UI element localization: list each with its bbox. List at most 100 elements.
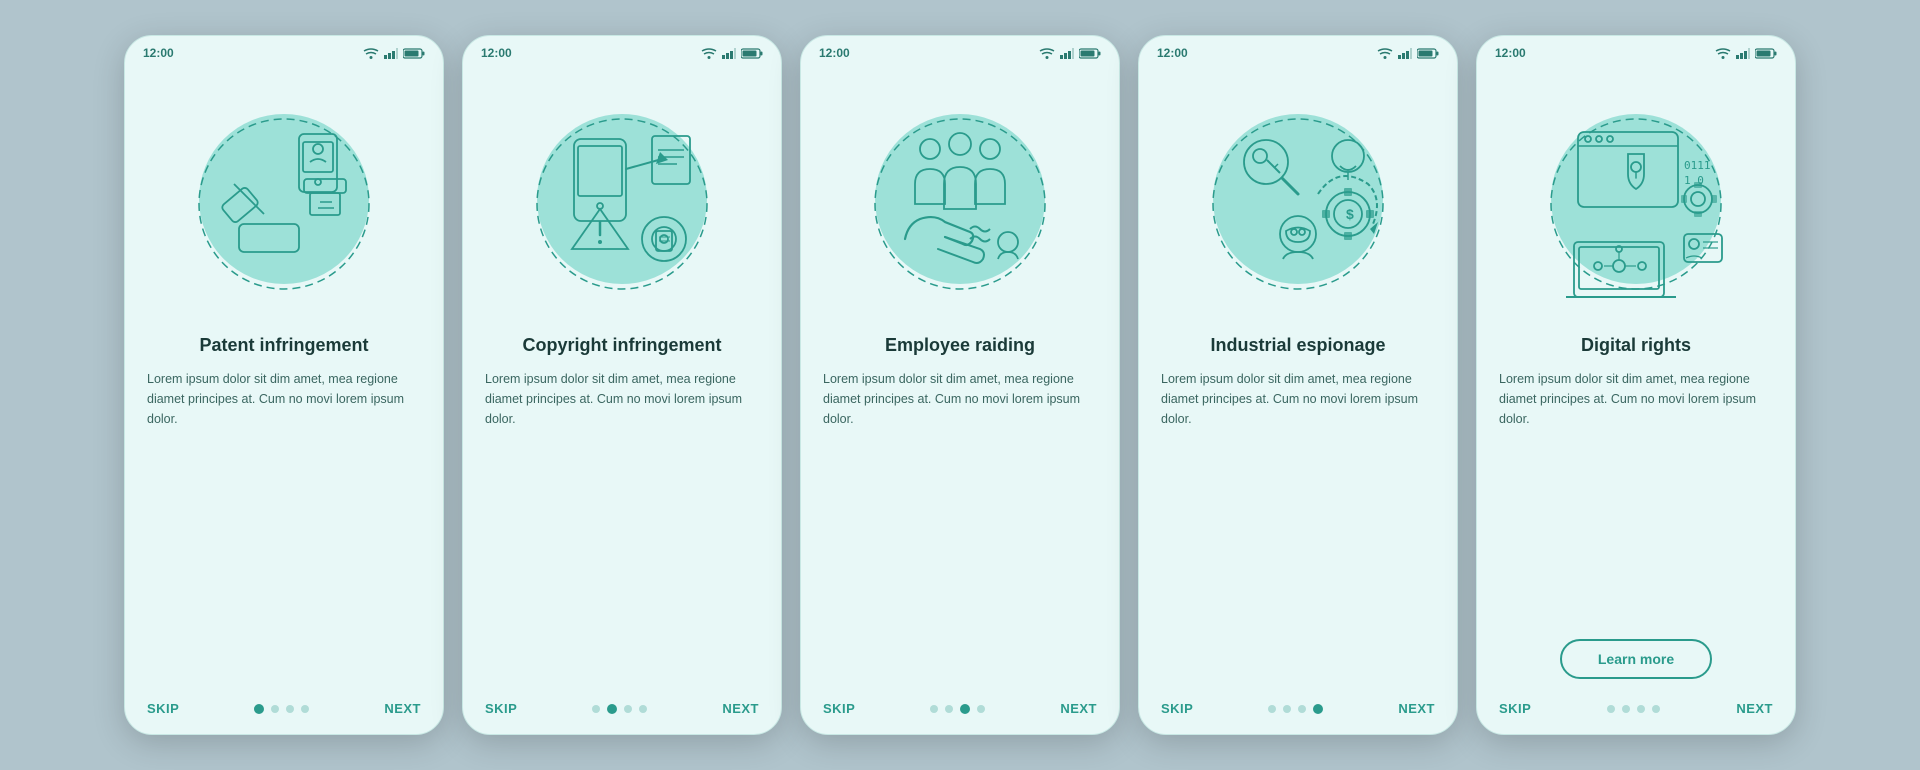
- status-icons-2: [701, 48, 763, 59]
- status-icons-4: [1377, 48, 1439, 59]
- battery-icon-2: [741, 48, 763, 59]
- dots-5: [1607, 705, 1660, 713]
- dot-2-3: [639, 705, 647, 713]
- screens-container: 12:00: [124, 35, 1796, 735]
- illustration-copyright: [463, 64, 781, 334]
- skip-btn-5[interactable]: SKIP: [1499, 701, 1531, 716]
- signal-icon-5: [1736, 48, 1750, 59]
- body-industrial: Lorem ipsum dolor sit dim amet, mea regi…: [1161, 369, 1435, 687]
- dot-1-3: [301, 705, 309, 713]
- signal-icon: [384, 48, 398, 59]
- illustration-digital: 0111 1 0: [1477, 64, 1795, 334]
- bottom-nav-3: SKIP NEXT: [801, 687, 1119, 734]
- bottom-nav-4: SKIP NEXT: [1139, 687, 1457, 734]
- content-copyright: Copyright infringement Lorem ipsum dolor…: [463, 334, 781, 687]
- dot-1-2: [286, 705, 294, 713]
- time-3: 12:00: [819, 46, 850, 60]
- next-btn-5[interactable]: NEXT: [1736, 701, 1773, 716]
- status-bar-3: 12:00: [801, 36, 1119, 64]
- employee-svg: [860, 94, 1060, 304]
- status-bar-2: 12:00: [463, 36, 781, 64]
- dot-5-2: [1637, 705, 1645, 713]
- illustration-industrial: $: [1139, 64, 1457, 334]
- svg-text:$: $: [1346, 206, 1354, 222]
- skip-btn-1[interactable]: SKIP: [147, 701, 179, 716]
- signal-icon-4: [1398, 48, 1412, 59]
- content-patent: Patent infringement Lorem ipsum dolor si…: [125, 334, 443, 687]
- dot-4-1: [1283, 705, 1291, 713]
- dot-2-0: [592, 705, 600, 713]
- svg-text:0111: 0111: [1684, 159, 1711, 172]
- body-copyright: Lorem ipsum dolor sit dim amet, mea regi…: [485, 369, 759, 687]
- digital-svg: 0111 1 0: [1536, 94, 1736, 304]
- skip-btn-4[interactable]: SKIP: [1161, 701, 1193, 716]
- battery-icon-4: [1417, 48, 1439, 59]
- time-1: 12:00: [143, 46, 174, 60]
- next-btn-3[interactable]: NEXT: [1060, 701, 1097, 716]
- wifi-icon-2: [701, 48, 717, 59]
- content-digital: Digital rights Lorem ipsum dolor sit dim…: [1477, 334, 1795, 687]
- dot-1-1: [271, 705, 279, 713]
- dot-3-2: [960, 704, 970, 714]
- battery-icon-3: [1079, 48, 1101, 59]
- dot-2-1: [607, 704, 617, 714]
- content-employee: Employee raiding Lorem ipsum dolor sit d…: [801, 334, 1119, 687]
- status-bar-5: 12:00: [1477, 36, 1795, 64]
- illustration-patent: [125, 64, 443, 334]
- time-5: 12:00: [1495, 46, 1526, 60]
- next-btn-4[interactable]: NEXT: [1398, 701, 1435, 716]
- screen-employee: 12:00: [800, 35, 1120, 735]
- wifi-icon-3: [1039, 48, 1055, 59]
- status-bar-4: 12:00: [1139, 36, 1457, 64]
- copyright-svg: [522, 94, 722, 304]
- body-patent: Lorem ipsum dolor sit dim amet, mea regi…: [147, 369, 421, 687]
- title-industrial: Industrial espionage: [1161, 334, 1435, 357]
- dots-1: [254, 704, 309, 714]
- dot-5-0: [1607, 705, 1615, 713]
- bottom-nav-2: SKIP NEXT: [463, 687, 781, 734]
- screen-industrial: 12:00: [1138, 35, 1458, 735]
- title-employee: Employee raiding: [823, 334, 1097, 357]
- battery-icon-5: [1755, 48, 1777, 59]
- battery-icon: [403, 48, 425, 59]
- time-4: 12:00: [1157, 46, 1188, 60]
- body-employee: Lorem ipsum dolor sit dim amet, mea regi…: [823, 369, 1097, 687]
- dot-2-2: [624, 705, 632, 713]
- screen-patent: 12:00: [124, 35, 444, 735]
- dot-1-0: [254, 704, 264, 714]
- dot-3-0: [930, 705, 938, 713]
- title-digital: Digital rights: [1499, 334, 1773, 357]
- next-btn-2[interactable]: NEXT: [722, 701, 759, 716]
- wifi-icon: [363, 48, 379, 59]
- title-copyright: Copyright infringement: [485, 334, 759, 357]
- screen-copyright: 12:00: [462, 35, 782, 735]
- signal-icon-3: [1060, 48, 1074, 59]
- wifi-icon-4: [1377, 48, 1393, 59]
- next-btn-1[interactable]: NEXT: [384, 701, 421, 716]
- status-bar-1: 12:00: [125, 36, 443, 64]
- dots-4: [1268, 704, 1323, 714]
- dot-5-3: [1652, 705, 1660, 713]
- wifi-icon-5: [1715, 48, 1731, 59]
- screen-digital: 12:00: [1476, 35, 1796, 735]
- status-icons-5: [1715, 48, 1777, 59]
- dot-3-1: [945, 705, 953, 713]
- body-digital: Lorem ipsum dolor sit dim amet, mea regi…: [1499, 369, 1773, 625]
- dot-3-3: [977, 705, 985, 713]
- industrial-svg: $: [1198, 94, 1398, 304]
- title-patent: Patent infringement: [147, 334, 421, 357]
- illustration-employee: [801, 64, 1119, 334]
- dots-3: [930, 704, 985, 714]
- content-industrial: Industrial espionage Lorem ipsum dolor s…: [1139, 334, 1457, 687]
- dots-2: [592, 704, 647, 714]
- bottom-nav-5: SKIP NEXT: [1477, 687, 1795, 734]
- learn-more-button[interactable]: Learn more: [1560, 639, 1712, 679]
- skip-btn-2[interactable]: SKIP: [485, 701, 517, 716]
- skip-btn-3[interactable]: SKIP: [823, 701, 855, 716]
- dot-5-1: [1622, 705, 1630, 713]
- time-2: 12:00: [481, 46, 512, 60]
- dot-4-3: [1313, 704, 1323, 714]
- patent-svg: [184, 94, 384, 304]
- signal-icon-2: [722, 48, 736, 59]
- bottom-nav-1: SKIP NEXT: [125, 687, 443, 734]
